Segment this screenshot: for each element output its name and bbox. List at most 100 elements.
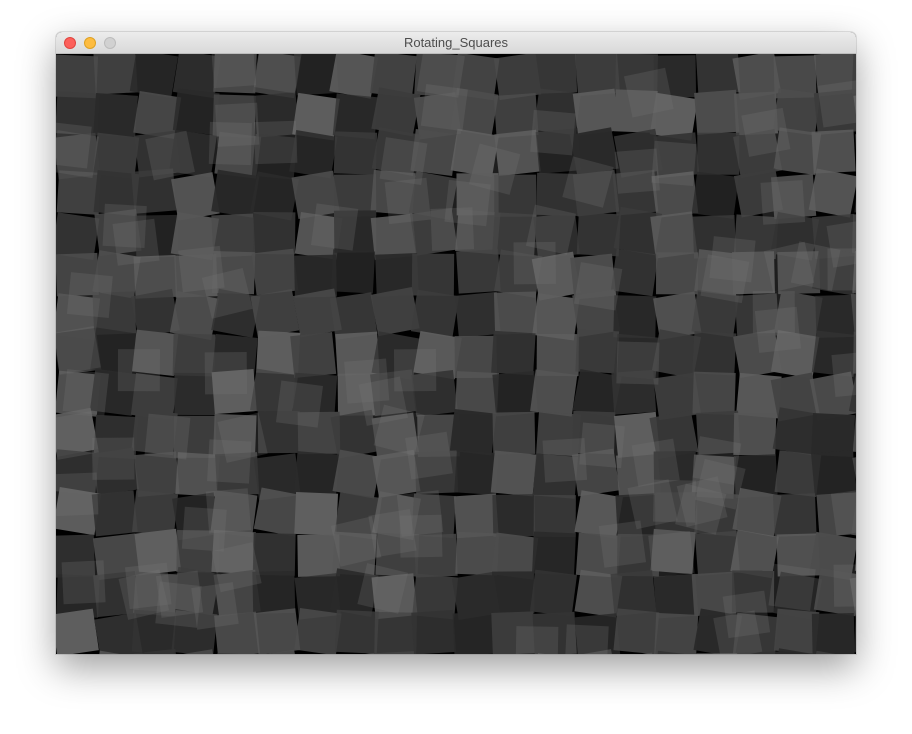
rotating-square <box>492 493 536 537</box>
rotating-square-overlay <box>616 341 660 385</box>
rotating-square <box>613 608 660 654</box>
rotating-square-overlay <box>66 272 113 319</box>
rotating-square <box>811 613 855 654</box>
rotating-square-overlay <box>515 626 559 654</box>
rotating-square-overlay <box>579 422 625 469</box>
rotating-square <box>294 607 342 654</box>
rotating-square <box>411 609 456 654</box>
rotating-square-overlay <box>384 177 431 225</box>
rotating-square <box>93 92 138 138</box>
rotating-square-overlay <box>817 79 856 128</box>
rotating-square-overlay <box>623 67 674 118</box>
rotating-square-overlay <box>310 203 359 251</box>
window-title: Rotating_Squares <box>403 35 509 50</box>
rotating-square-overlay <box>525 204 576 255</box>
rotating-square <box>694 89 740 135</box>
rotating-square-overlay <box>416 54 465 98</box>
rotating-square <box>91 490 138 537</box>
rotating-square <box>572 88 620 136</box>
rotating-square-overlay <box>713 610 763 654</box>
rotating-square <box>134 451 180 498</box>
rotating-square-overlay <box>205 488 252 534</box>
rotating-square <box>691 171 739 219</box>
rotating-square <box>533 54 578 94</box>
rotating-square <box>530 369 578 417</box>
rotating-square-overlay <box>648 531 695 578</box>
rotating-square-overlay <box>92 437 135 480</box>
rotating-square <box>811 129 856 174</box>
rotating-square <box>452 611 497 654</box>
rotating-square-overlay <box>56 130 99 179</box>
rotating-square <box>697 132 740 175</box>
rotating-square <box>411 253 455 296</box>
rotating-square-overlay <box>393 349 437 392</box>
rotating-square-overlay <box>833 564 856 607</box>
rotating-square <box>252 211 296 255</box>
rotating-square <box>575 329 620 374</box>
rotating-square-overlay <box>430 207 475 251</box>
rotating-square <box>692 331 737 376</box>
rotating-square <box>333 131 378 175</box>
rotating-square-overlay <box>144 413 191 460</box>
rotating-square <box>251 248 299 296</box>
rotating-square <box>456 249 501 294</box>
rotating-square-overlay <box>61 560 106 605</box>
rotating-square <box>294 451 340 497</box>
rotating-square <box>454 371 499 416</box>
rotating-square <box>811 449 856 496</box>
rotating-square-overlay <box>741 107 791 157</box>
rotating-square <box>374 611 418 654</box>
rotating-square-overlay <box>598 520 647 568</box>
rotating-square-overlay <box>102 203 147 249</box>
rotating-square <box>334 609 379 654</box>
rotating-square <box>294 491 339 536</box>
rotating-square-overlay <box>155 570 204 618</box>
rotating-square <box>493 291 538 335</box>
rotating-square <box>56 608 99 654</box>
rotating-square-overlay <box>752 291 795 334</box>
rotating-square-overlay <box>700 254 750 304</box>
rotating-square-overlay <box>573 262 623 311</box>
rotating-square-overlay <box>542 438 588 483</box>
rotating-square-overlay <box>653 479 696 523</box>
rotating-square <box>576 212 621 257</box>
sketch-canvas[interactable] <box>56 54 856 654</box>
rotating-square <box>536 333 579 377</box>
rotating-square <box>613 295 657 339</box>
rotating-square <box>650 211 698 259</box>
rotating-square <box>290 332 337 379</box>
rotating-square <box>492 411 536 455</box>
rotating-square <box>532 293 580 341</box>
rotating-square <box>654 612 699 654</box>
rotating-square <box>330 249 376 294</box>
rotating-square <box>656 252 699 295</box>
rotating-square-overlay <box>253 120 298 165</box>
rotating-square <box>491 330 536 376</box>
rotating-square <box>410 289 460 338</box>
rotating-square-overlay <box>379 137 428 185</box>
rotating-square <box>253 608 301 654</box>
rotating-square <box>653 573 699 619</box>
rotating-square <box>533 494 576 538</box>
rotating-square <box>610 570 657 616</box>
app-window: Rotating_Squares <box>56 32 856 654</box>
rotating-squares-drawing <box>56 54 856 654</box>
rotating-square-overlay <box>405 431 453 480</box>
rotating-square-overlay <box>275 380 324 428</box>
rotating-square-overlay <box>614 148 660 194</box>
rotating-square <box>529 569 577 617</box>
rotating-square-overlay <box>831 351 856 397</box>
rotating-square-overlay <box>253 54 302 94</box>
rotating-square <box>129 54 179 98</box>
rotating-square-overlay <box>530 109 576 156</box>
rotating-square-overlay <box>204 351 248 395</box>
rotating-square-overlay <box>760 180 806 225</box>
rotating-square-overlay <box>215 102 260 147</box>
title-bar[interactable]: Rotating_Squares <box>56 32 856 54</box>
rotating-square <box>772 493 817 537</box>
rotating-square-overlay <box>790 241 841 292</box>
rotating-square <box>532 531 576 576</box>
rotating-square <box>56 212 100 261</box>
rotating-square-overlay <box>564 624 609 654</box>
rotating-square-overlay <box>117 349 160 392</box>
